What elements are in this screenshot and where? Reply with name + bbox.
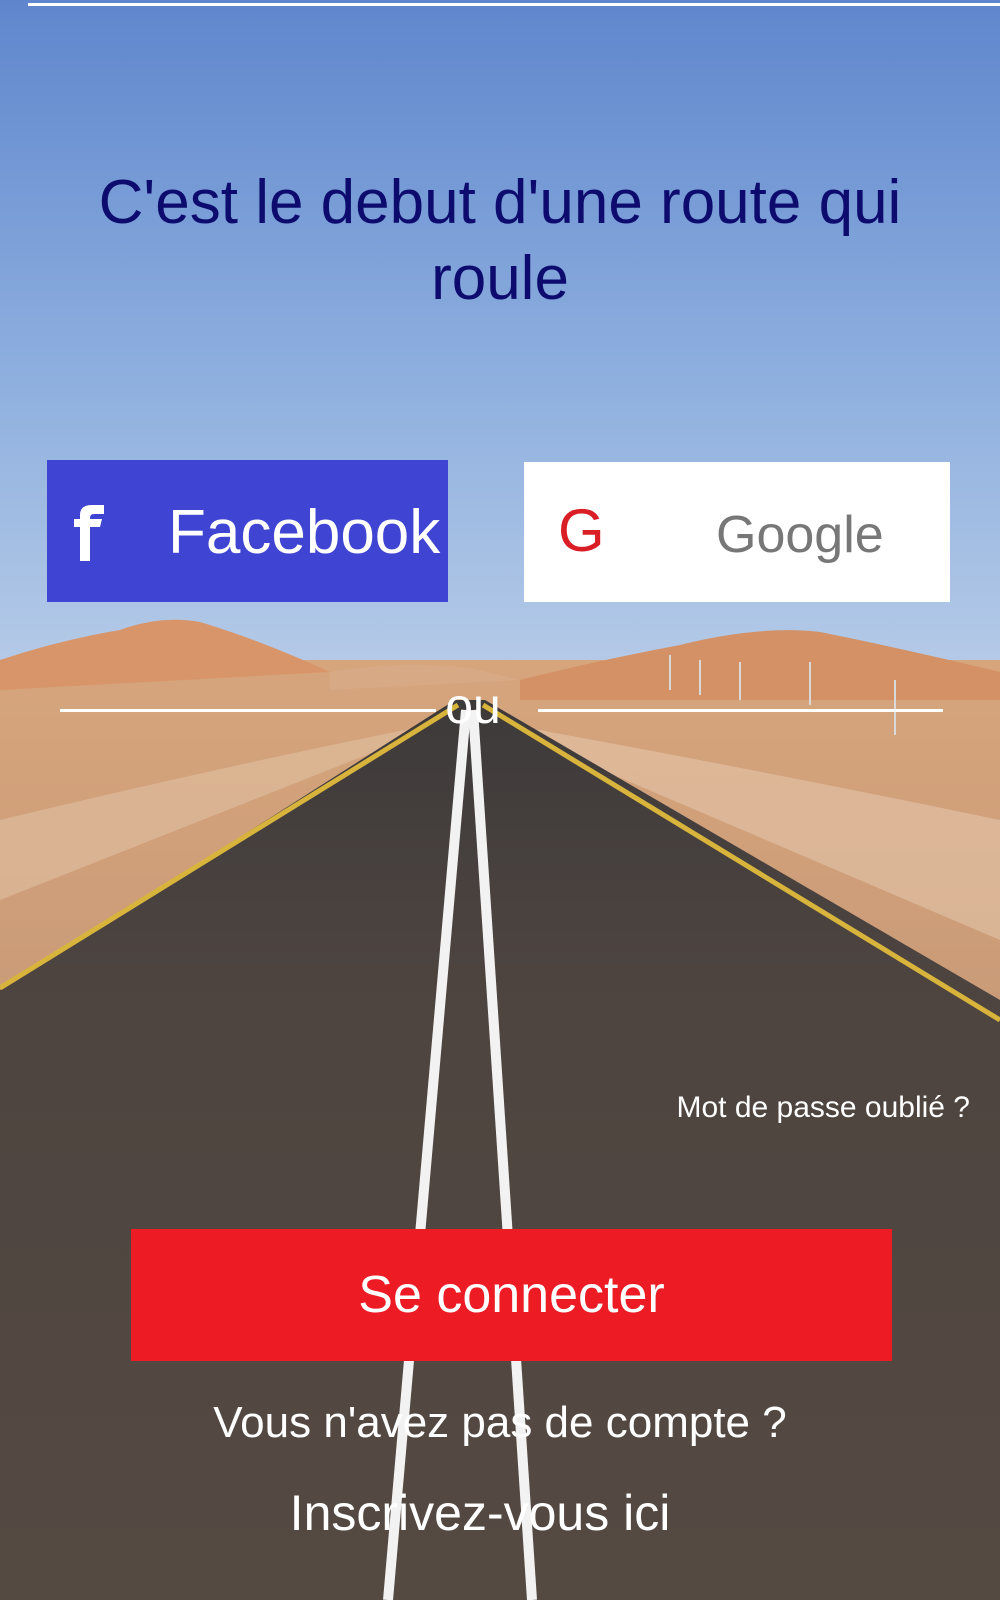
forgot-password-link[interactable]: Mot de passe oublié ?: [640, 1090, 970, 1126]
signup-link[interactable]: Inscrivez-vous ici: [200, 1483, 760, 1543]
no-account-text: Vous n'avez pas de compte ?: [213, 1398, 787, 1447]
top-divider: [28, 3, 1000, 6]
facebook-f-icon: [74, 505, 104, 561]
google-button-label: Google: [716, 506, 884, 564]
facebook-button-label: Facebook: [168, 498, 441, 567]
separator-line-left: [60, 709, 436, 712]
headline: C'est le debut d'une route qui roule: [98, 168, 902, 313]
separator-label: ou: [445, 678, 501, 734]
separator-line-right: [538, 709, 943, 712]
login-button[interactable]: Se connecter: [131, 1229, 892, 1361]
google-g-icon: G: [558, 497, 605, 564]
